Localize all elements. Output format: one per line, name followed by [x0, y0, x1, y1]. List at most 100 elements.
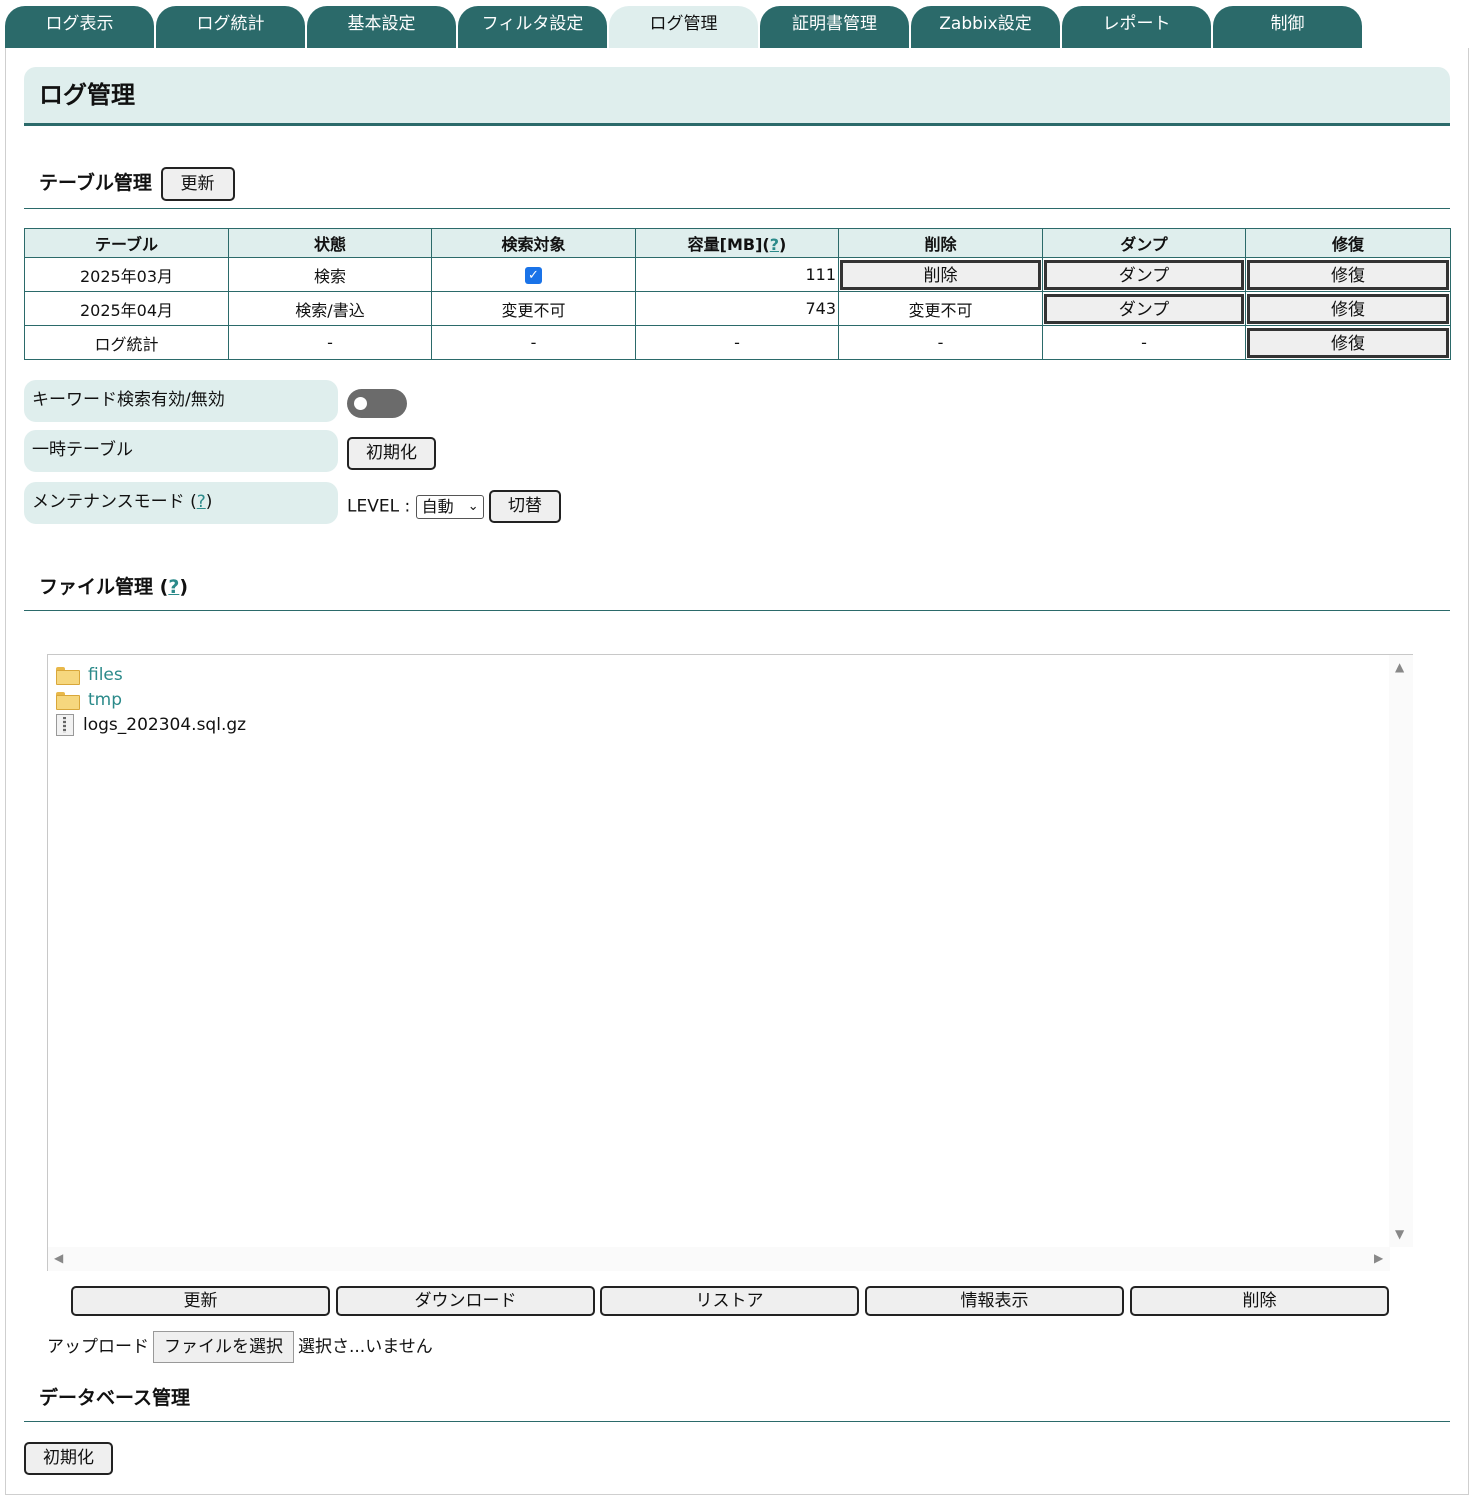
capacity-label-close: ): [779, 235, 787, 254]
chevron-down-icon: ⌄: [467, 498, 479, 514]
dump-button[interactable]: ダンプ: [1044, 293, 1244, 324]
delete-cell: 削除: [838, 257, 1043, 292]
table-name-cell: ログ統計: [24, 325, 229, 360]
file-name[interactable]: logs_202304.sql.gz: [83, 715, 246, 735]
level-select-value: 自動: [421, 496, 454, 516]
capacity-help-link[interactable]: ?: [770, 235, 779, 254]
capacity-cell: 743: [635, 291, 839, 326]
search-target-cell: 変更不可: [431, 291, 636, 326]
repair-cell: 修復: [1245, 291, 1451, 326]
repair-button[interactable]: 修復: [1247, 327, 1449, 358]
temp-table-init-button[interactable]: 初期化: [347, 437, 436, 470]
tab-certificate-management[interactable]: 証明書管理: [760, 6, 909, 48]
level-select[interactable]: 自動 ⌄: [415, 494, 484, 519]
table-row: ログ統計 - - - - - 修復: [24, 325, 1451, 360]
repair-button[interactable]: 修復: [1247, 259, 1449, 290]
horizontal-scrollbar[interactable]: ◀ ▶: [48, 1247, 1390, 1271]
table-state-cell: 検索: [228, 257, 432, 292]
dump-cell: ダンプ: [1042, 291, 1246, 326]
upload-row: アップロード ファイルを選択 選択さ...いません: [47, 1331, 433, 1363]
folder-link[interactable]: tmp: [88, 690, 122, 710]
file-management-title-close: ): [179, 576, 189, 598]
delete-cell: -: [838, 325, 1043, 360]
database-management-title: データベース管理: [39, 1387, 191, 1409]
scroll-up-icon[interactable]: ▲: [1395, 660, 1404, 674]
file-restore-button[interactable]: リストア: [600, 1286, 859, 1316]
scroll-down-icon[interactable]: ▼: [1395, 1227, 1404, 1241]
delete-cell: 変更不可: [838, 291, 1043, 326]
file-refresh-button[interactable]: 更新: [71, 1286, 330, 1316]
archive-file-icon: [56, 714, 74, 736]
file-browser[interactable]: files tmp logs_202304.sql.gz ▲ ▼ ◀ ▶: [47, 654, 1413, 1271]
tab-log-view[interactable]: ログ表示: [5, 6, 154, 48]
repair-cell: 修復: [1245, 325, 1451, 360]
keyword-search-toggle[interactable]: [347, 389, 407, 418]
col-header-repair: 修復: [1245, 228, 1451, 258]
tab-zabbix-settings[interactable]: Zabbix設定: [911, 6, 1060, 48]
upload-label: アップロード: [47, 1337, 149, 1357]
temp-table-label: 一時テーブル: [24, 430, 338, 472]
keyword-search-label: キーワード検索有効/無効: [24, 380, 338, 422]
col-header-delete: 削除: [838, 228, 1043, 258]
repair-button[interactable]: 修復: [1247, 293, 1449, 324]
tab-log-management[interactable]: ログ管理: [609, 6, 758, 48]
maintenance-help-link[interactable]: ?: [197, 492, 206, 512]
table-state-cell: -: [228, 325, 432, 360]
maintenance-controls: LEVEL : 自動 ⌄ 切替: [347, 490, 561, 524]
table-name-cell: 2025年03月: [24, 257, 229, 292]
search-target-checkbox[interactable]: ✓: [525, 267, 542, 284]
col-header-search-target: 検索対象: [431, 228, 636, 258]
capacity-cell: 111: [635, 257, 839, 292]
file-delete-button[interactable]: 削除: [1130, 1286, 1389, 1316]
table-refresh-button[interactable]: 更新: [160, 167, 235, 201]
file-download-button[interactable]: ダウンロード: [336, 1286, 595, 1316]
vertical-scrollbar[interactable]: ▲ ▼: [1389, 655, 1413, 1247]
file-info-button[interactable]: 情報表示: [865, 1286, 1124, 1316]
table-name-cell: 2025年04月: [24, 291, 229, 326]
col-header-dump: ダンプ: [1042, 228, 1246, 258]
tab-filter-settings[interactable]: フィルタ設定: [458, 6, 607, 48]
maintenance-switch-button[interactable]: 切替: [489, 490, 561, 523]
database-management-header: データベース管理: [24, 1378, 1450, 1422]
col-header-capacity: 容量[MB](?): [635, 228, 839, 258]
table-management-title: テーブル管理: [39, 172, 152, 194]
maintenance-mode-label: メンテナンスモード (?): [24, 482, 338, 524]
table-row: 2025年04月 検索/書込 変更不可 743 変更不可 ダンプ 修復: [24, 291, 1451, 326]
tab-log-stats[interactable]: ログ統計: [156, 6, 305, 48]
search-target-cell: -: [431, 325, 636, 360]
folder-link[interactable]: files: [88, 665, 123, 685]
choose-file-button[interactable]: ファイルを選択: [153, 1331, 294, 1363]
table-state-cell: 検索/書込: [228, 291, 432, 326]
level-label: LEVEL :: [347, 496, 411, 517]
page-title: ログ管理: [24, 67, 1450, 126]
tab-control[interactable]: 制御: [1213, 6, 1362, 48]
list-item[interactable]: files: [56, 663, 123, 687]
file-management-title: ファイル管理 (: [39, 576, 169, 598]
dump-cell: -: [1042, 325, 1246, 360]
folder-icon: [56, 667, 80, 685]
file-management-header: ファイル管理 (?): [24, 568, 1450, 611]
capacity-cell: -: [635, 325, 839, 360]
col-header-state: 状態: [228, 228, 432, 258]
database-init-button[interactable]: 初期化: [24, 1442, 113, 1475]
no-file-selected-text: 選択さ...いません: [298, 1337, 433, 1357]
toggle-knob: [354, 397, 367, 410]
delete-button[interactable]: 削除: [840, 259, 1041, 290]
maintenance-mode-close: ): [205, 492, 213, 512]
col-header-table: テーブル: [24, 228, 229, 258]
search-target-cell: ✓: [431, 257, 636, 292]
dump-cell: ダンプ: [1042, 257, 1246, 292]
scroll-left-icon[interactable]: ◀: [54, 1251, 63, 1265]
list-item[interactable]: logs_202304.sql.gz: [56, 713, 246, 737]
table-management-header: テーブル管理 更新: [24, 164, 1450, 209]
dump-button[interactable]: ダンプ: [1044, 259, 1244, 290]
file-management-help-link[interactable]: ?: [168, 576, 179, 598]
scroll-right-icon[interactable]: ▶: [1374, 1251, 1383, 1265]
list-item[interactable]: tmp: [56, 688, 122, 712]
table-row: 2025年03月 検索 ✓ 111 削除 ダンプ 修復: [24, 257, 1451, 292]
log-table: テーブル 状態 検索対象 容量[MB](?) 削除 ダンプ 修復 2025年03…: [24, 228, 1451, 360]
tab-report[interactable]: レポート: [1062, 6, 1211, 48]
tab-basic-settings[interactable]: 基本設定: [307, 6, 456, 48]
folder-icon: [56, 692, 80, 710]
capacity-label: 容量[MB](: [687, 235, 770, 254]
